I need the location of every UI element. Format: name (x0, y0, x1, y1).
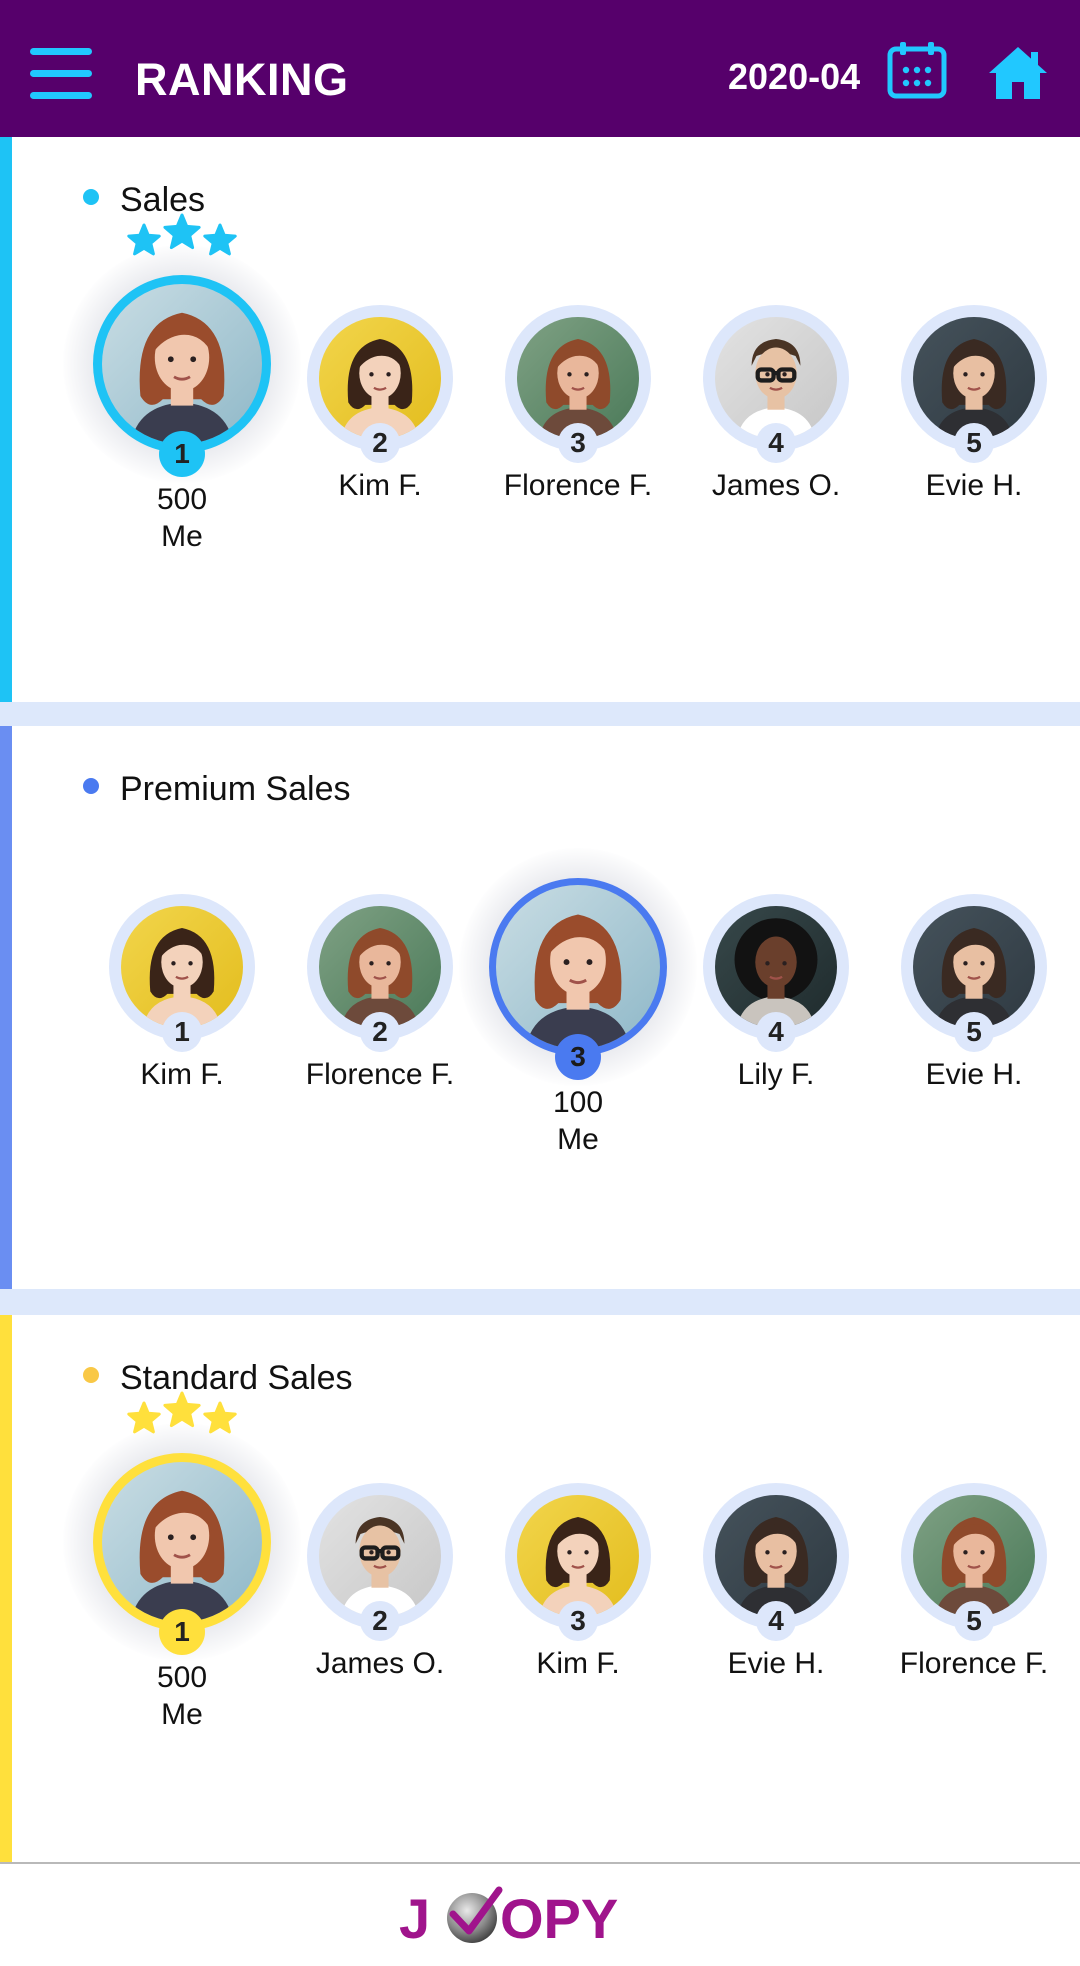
rank-badge: 4 (756, 423, 796, 463)
entry-name: Kim F. (338, 469, 422, 502)
ranking-entry-1[interactable]: 1 500 Me (63, 213, 301, 583)
rank-badge: 3 (555, 1034, 601, 1080)
entry-name: Me (161, 1698, 203, 1731)
top-app-bar: RANKING 2020-04 (0, 0, 1080, 137)
ranking-entry-2[interactable]: 2 Florence F. (285, 894, 475, 1170)
rank-badge: 2 (360, 1601, 400, 1641)
avatar (496, 885, 660, 1049)
avatar (715, 317, 837, 439)
ranking-entry-5[interactable]: 5 Evie H. (879, 305, 1069, 581)
joopy-logo: J OPY (395, 1884, 685, 1950)
entry-name: Florence F. (305, 1058, 455, 1091)
sales-ranking-panel: Sales 1 500 Me 2 Kim F. 3 Florence F. 4 … (0, 137, 1080, 702)
svg-text:J: J (399, 1887, 430, 1948)
score-value: 500 (156, 1661, 208, 1694)
entry-name: James O. (711, 469, 841, 502)
entry-name: James O. (315, 1647, 445, 1680)
avatar (517, 1495, 639, 1617)
rank-badge: 5 (954, 1012, 994, 1052)
category-title: Premium Sales (120, 770, 351, 808)
rank-badge: 3 (558, 423, 598, 463)
top-rank-stars-icon (124, 1391, 240, 1444)
rank-badge: 3 (558, 1601, 598, 1641)
rank-badge: 4 (756, 1012, 796, 1052)
footer-divider (0, 1862, 1080, 1864)
ranking-entry-3[interactable]: 3 Kim F. (483, 1483, 673, 1759)
rank-badge: 2 (360, 1012, 400, 1052)
calendar-icon[interactable] (886, 40, 948, 100)
rank-badge: 5 (954, 1601, 994, 1641)
avatar (319, 906, 441, 1028)
ranking-entry-1[interactable]: 1 500 Me (63, 1391, 301, 1761)
avatar (913, 906, 1035, 1028)
entry-name: Kim F. (140, 1058, 224, 1091)
rank-badge: 5 (954, 423, 994, 463)
avatar (319, 1495, 441, 1617)
avatar (913, 1495, 1035, 1617)
svg-text:OPY: OPY (500, 1887, 618, 1948)
avatar (715, 906, 837, 1028)
ranking-entry-5[interactable]: 5 Florence F. (879, 1483, 1069, 1759)
ranking-entry-5[interactable]: 5 Evie H. (879, 894, 1069, 1170)
period-label[interactable]: 2020-04 (728, 56, 860, 98)
rank-badge: 2 (360, 423, 400, 463)
score-value: 500 (156, 483, 208, 516)
entry-name: Me (161, 520, 203, 553)
entry-name: Evie H. (925, 469, 1023, 502)
standard-sales-ranking-panel: Standard Sales 1 500 Me 2 James O. 3 Kim… (0, 1315, 1080, 1862)
rank-badge: 4 (756, 1601, 796, 1641)
page-title: RANKING (135, 54, 349, 105)
category-accent-stripe (0, 726, 12, 1289)
avatar (102, 284, 262, 444)
avatar (102, 1462, 262, 1622)
score-value: 100 (552, 1086, 604, 1119)
category-accent-stripe (0, 137, 12, 702)
hamburger-menu-icon[interactable] (30, 48, 92, 100)
ranking-entry-3[interactable]: 3 Florence F. (483, 305, 673, 581)
category-bullet (83, 189, 99, 205)
top-rank-stars-icon (124, 213, 240, 266)
ranking-entry-4[interactable]: 4 James O. (681, 305, 871, 581)
ranking-entry-3[interactable]: 3 100 Me (459, 848, 697, 1186)
avatar (121, 906, 243, 1028)
entry-name: Lily F. (737, 1058, 815, 1091)
ranking-entry-2[interactable]: 2 Kim F. (285, 305, 475, 581)
ranking-entry-4[interactable]: 4 Evie H. (681, 1483, 871, 1759)
entry-name: Kim F. (536, 1647, 620, 1680)
entry-name: Florence F. (899, 1647, 1049, 1680)
rank-badge: 1 (162, 1012, 202, 1052)
category-accent-stripe (0, 1315, 12, 1862)
avatar (319, 317, 441, 439)
entry-name: Me (557, 1123, 599, 1156)
avatar-ring (93, 1453, 271, 1631)
home-icon[interactable] (987, 44, 1049, 102)
entry-name: Evie H. (727, 1647, 825, 1680)
avatar-ring (489, 878, 667, 1056)
entry-name: Evie H. (925, 1058, 1023, 1091)
section-divider (0, 1289, 1080, 1315)
rank-badge: 1 (159, 431, 205, 477)
avatar (715, 1495, 837, 1617)
category-bullet (83, 778, 99, 794)
ranking-entry-4[interactable]: 4 Lily F. (681, 894, 871, 1170)
rank-badge: 1 (159, 1609, 205, 1655)
avatar (913, 317, 1035, 439)
section-divider (0, 702, 1080, 726)
ranking-entry-2[interactable]: 2 James O. (285, 1483, 475, 1759)
avatar-ring (93, 275, 271, 453)
entry-name: Florence F. (503, 469, 653, 502)
ranking-entry-1[interactable]: 1 Kim F. (87, 894, 277, 1170)
category-bullet (83, 1367, 99, 1383)
premium-sales-ranking-panel: Premium Sales 1 Kim F. 2 Florence F. 3 1… (0, 726, 1080, 1289)
avatar (517, 317, 639, 439)
